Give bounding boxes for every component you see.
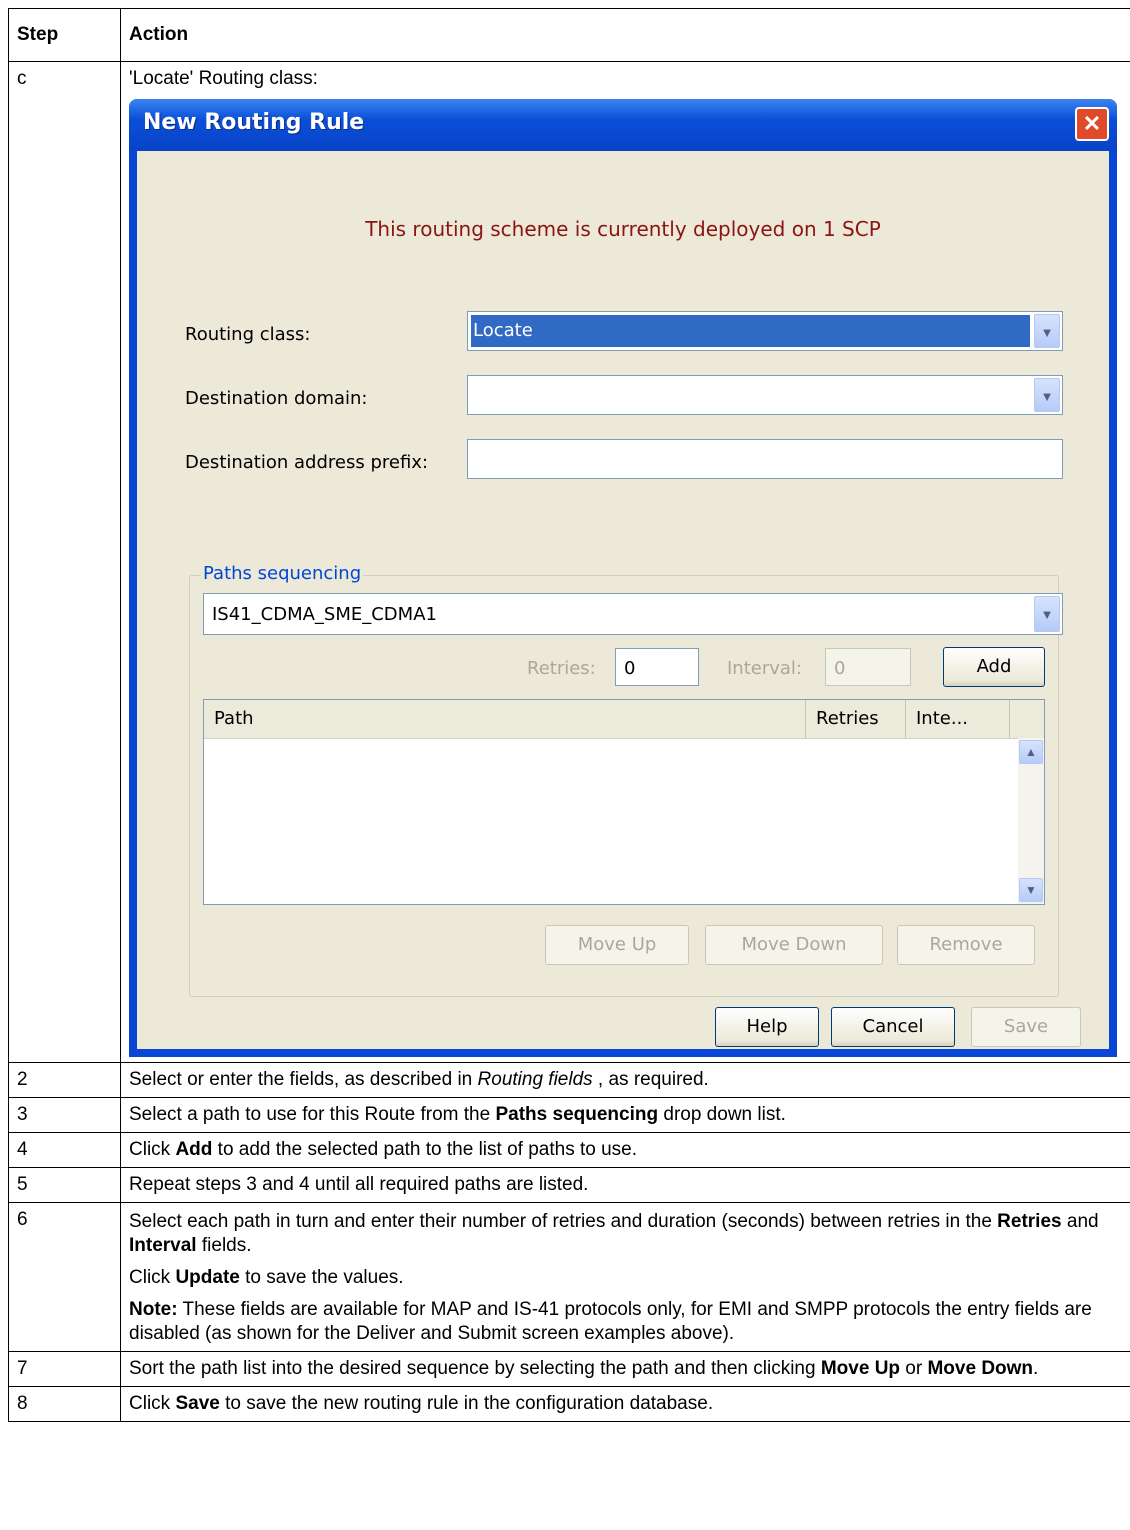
action-cell: Sort the path list into the desired sequ…	[120, 1351, 1130, 1387]
note-label: Note:	[129, 1299, 178, 1320]
destination-prefix-input[interactable]	[467, 439, 1063, 479]
dialog-body: This routing scheme is currently deploye…	[137, 151, 1109, 1049]
paths-list-scrollbar[interactable]: ▲ ▼	[1018, 738, 1044, 904]
table-row: 5 Repeat steps 3 and 4 until all require…	[8, 1167, 1130, 1203]
step-cell: 5	[8, 1167, 121, 1203]
table-row: 8 Click Save to save the new routing rul…	[8, 1386, 1130, 1422]
interval-label: Interval:	[727, 658, 802, 679]
bold-term: Retries	[997, 1211, 1062, 1232]
text: or	[900, 1358, 928, 1379]
text: fields.	[196, 1235, 252, 1256]
action-cell: Click Add to add the selected path to th…	[120, 1132, 1130, 1168]
text: Select each path in turn and enter their…	[129, 1211, 998, 1232]
text: Sort the path list into the desired sequ…	[129, 1358, 821, 1379]
chevron-down-icon[interactable]: ▼	[1034, 378, 1060, 412]
chevron-down-icon[interactable]: ▼	[1034, 314, 1060, 348]
paragraph: Click Update to save the values.	[129, 1266, 1122, 1290]
table-header-row: Step Action	[8, 8, 1130, 62]
step-cell: 3	[8, 1097, 121, 1133]
routing-class-label: Routing class:	[185, 324, 311, 345]
destination-prefix-label: Destination address prefix:	[185, 452, 429, 473]
retries-input[interactable]: 0	[615, 648, 699, 686]
action-cell: Select each path in turn and enter their…	[120, 1202, 1130, 1352]
table-row: 7 Sort the path list into the desired se…	[8, 1351, 1130, 1387]
save-button[interactable]: Save	[971, 1007, 1081, 1047]
step-cell: 6	[8, 1202, 121, 1352]
paths-list[interactable]: Path Retries Inte... ▲ ▼	[203, 699, 1045, 905]
step-cell: 4	[8, 1132, 121, 1168]
header-step: Step	[8, 8, 121, 62]
retries-value: 0	[624, 658, 636, 679]
bold-term: Move Up	[820, 1358, 901, 1379]
cancel-button[interactable]: Cancel	[831, 1007, 955, 1047]
chevron-down-icon[interactable]: ▼	[1034, 596, 1060, 632]
column-retries[interactable]: Retries	[806, 700, 906, 738]
text: to save the values.	[239, 1267, 404, 1288]
step-cell: c	[8, 61, 121, 1063]
routing-class-value: Locate	[471, 315, 1030, 347]
text: These fields are available for MAP and I…	[129, 1299, 1092, 1344]
chevron-up-icon[interactable]: ▲	[1019, 740, 1043, 764]
destination-domain-select[interactable]: ▼	[467, 375, 1063, 415]
table-row: 6 Select each path in turn and enter the…	[8, 1202, 1130, 1352]
remove-button[interactable]: Remove	[897, 925, 1035, 965]
table-row: 2 Select or enter the fields, as describ…	[8, 1062, 1130, 1098]
action-cell: Select a path to use for this Route from…	[120, 1097, 1130, 1133]
column-interval[interactable]: Inte...	[906, 700, 1010, 738]
column-path[interactable]: Path	[204, 700, 806, 738]
paragraph: Select each path in turn and enter their…	[129, 1210, 1122, 1258]
text: Click	[129, 1393, 176, 1414]
steps-table: Step Action c 'Locate' Routing class: Ne…	[8, 8, 1130, 1422]
step-cell: 7	[8, 1351, 121, 1387]
action-cell: Click Save to save the new routing rule …	[120, 1386, 1130, 1422]
bold-term: Paths sequencing	[495, 1104, 659, 1125]
bold-term: Add	[175, 1139, 213, 1160]
retries-label: Retries:	[527, 658, 596, 679]
help-button[interactable]: Help	[715, 1007, 819, 1047]
action-cell: Select or enter the fields, as described…	[120, 1062, 1130, 1098]
paths-sequencing-title: Paths sequencing	[201, 562, 364, 586]
dialog-titlebar[interactable]: New Routing Rule ✕	[129, 99, 1117, 151]
interval-input[interactable]: 0	[825, 648, 911, 686]
note-paragraph: Note: These fields are available for MAP…	[129, 1298, 1122, 1346]
routing-class-select[interactable]: Locate ▼	[467, 311, 1063, 351]
screenshot-caption: 'Locate' Routing class:	[129, 68, 318, 89]
text: Click	[129, 1139, 176, 1160]
text: Click	[129, 1267, 176, 1288]
bold-term: Interval	[129, 1235, 197, 1256]
action-cell: 'Locate' Routing class: New Routing Rule…	[120, 61, 1130, 1063]
text: to add the selected path to the list of …	[212, 1139, 638, 1160]
text: drop down list.	[658, 1104, 786, 1125]
interval-value: 0	[834, 658, 846, 679]
close-icon[interactable]: ✕	[1075, 107, 1109, 141]
header-action: Action	[120, 8, 1130, 62]
move-up-button[interactable]: Move Up	[545, 925, 689, 965]
path-select-value: IS41_CDMA_SME_CDMA1	[212, 604, 437, 625]
chevron-down-icon[interactable]: ▼	[1019, 878, 1043, 902]
text: , as required.	[592, 1069, 709, 1090]
new-routing-rule-dialog: New Routing Rule ✕ This routing scheme i…	[129, 99, 1117, 1057]
paths-list-header: Path Retries Inte...	[204, 700, 1044, 739]
table-row: 3 Select a path to use for this Route fr…	[8, 1097, 1130, 1133]
bold-term: Update	[175, 1267, 240, 1288]
action-cell: Repeat steps 3 and 4 until all required …	[120, 1167, 1130, 1203]
add-button[interactable]: Add	[943, 647, 1045, 687]
table-row: c 'Locate' Routing class: New Routing Ru…	[8, 61, 1130, 1063]
text: and	[1061, 1211, 1099, 1232]
deployed-message: This routing scheme is currently deploye…	[365, 217, 881, 241]
step-cell: 2	[8, 1062, 121, 1098]
routing-fields-ref: Routing fields	[477, 1069, 593, 1090]
bold-term: Save	[175, 1393, 220, 1414]
bold-term: Move Down	[927, 1358, 1034, 1379]
text: .	[1033, 1358, 1039, 1379]
destination-domain-label: Destination domain:	[185, 388, 368, 409]
table-row: 4 Click Add to add the selected path to …	[8, 1132, 1130, 1168]
step-cell: 8	[8, 1386, 121, 1422]
text: Select a path to use for this Route from…	[129, 1104, 496, 1125]
text: Select or enter the fields, as described…	[129, 1069, 478, 1090]
text: to save the new routing rule in the conf…	[219, 1393, 714, 1414]
path-select[interactable]: IS41_CDMA_SME_CDMA1 ▼	[203, 593, 1063, 635]
move-down-button[interactable]: Move Down	[705, 925, 883, 965]
dialog-title: New Routing Rule	[143, 110, 365, 135]
